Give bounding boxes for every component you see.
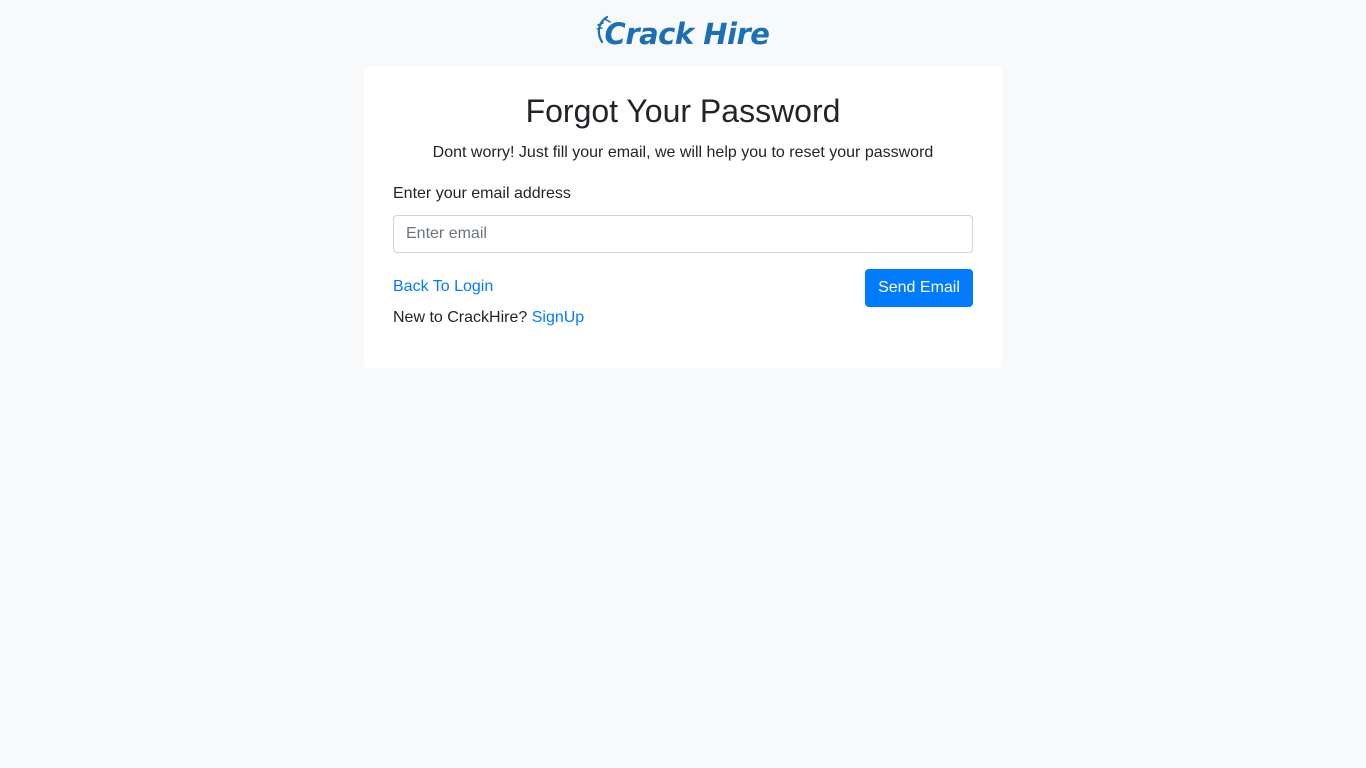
- signup-line: New to CrackHire? SignUp: [393, 308, 584, 328]
- swoosh-arc-icon: [595, 15, 611, 44]
- brand-name: Crack Hire: [604, 17, 770, 51]
- brand-logo[interactable]: Crack Hire: [595, 14, 770, 54]
- page-subtitle: Dont worry! Just fill your email, we wil…: [432, 144, 934, 161]
- email-label: Enter your email address: [393, 185, 571, 202]
- send-email-button[interactable]: Send Email: [865, 269, 973, 307]
- header: Crack Hire: [0, 14, 1366, 54]
- signup-link[interactable]: SignUp: [532, 309, 584, 326]
- email-input[interactable]: [393, 215, 973, 253]
- page-title: Forgot Your Password: [525, 93, 841, 129]
- back-to-login-link[interactable]: Back To Login: [393, 277, 493, 297]
- signup-prompt: New to CrackHire?: [393, 309, 528, 326]
